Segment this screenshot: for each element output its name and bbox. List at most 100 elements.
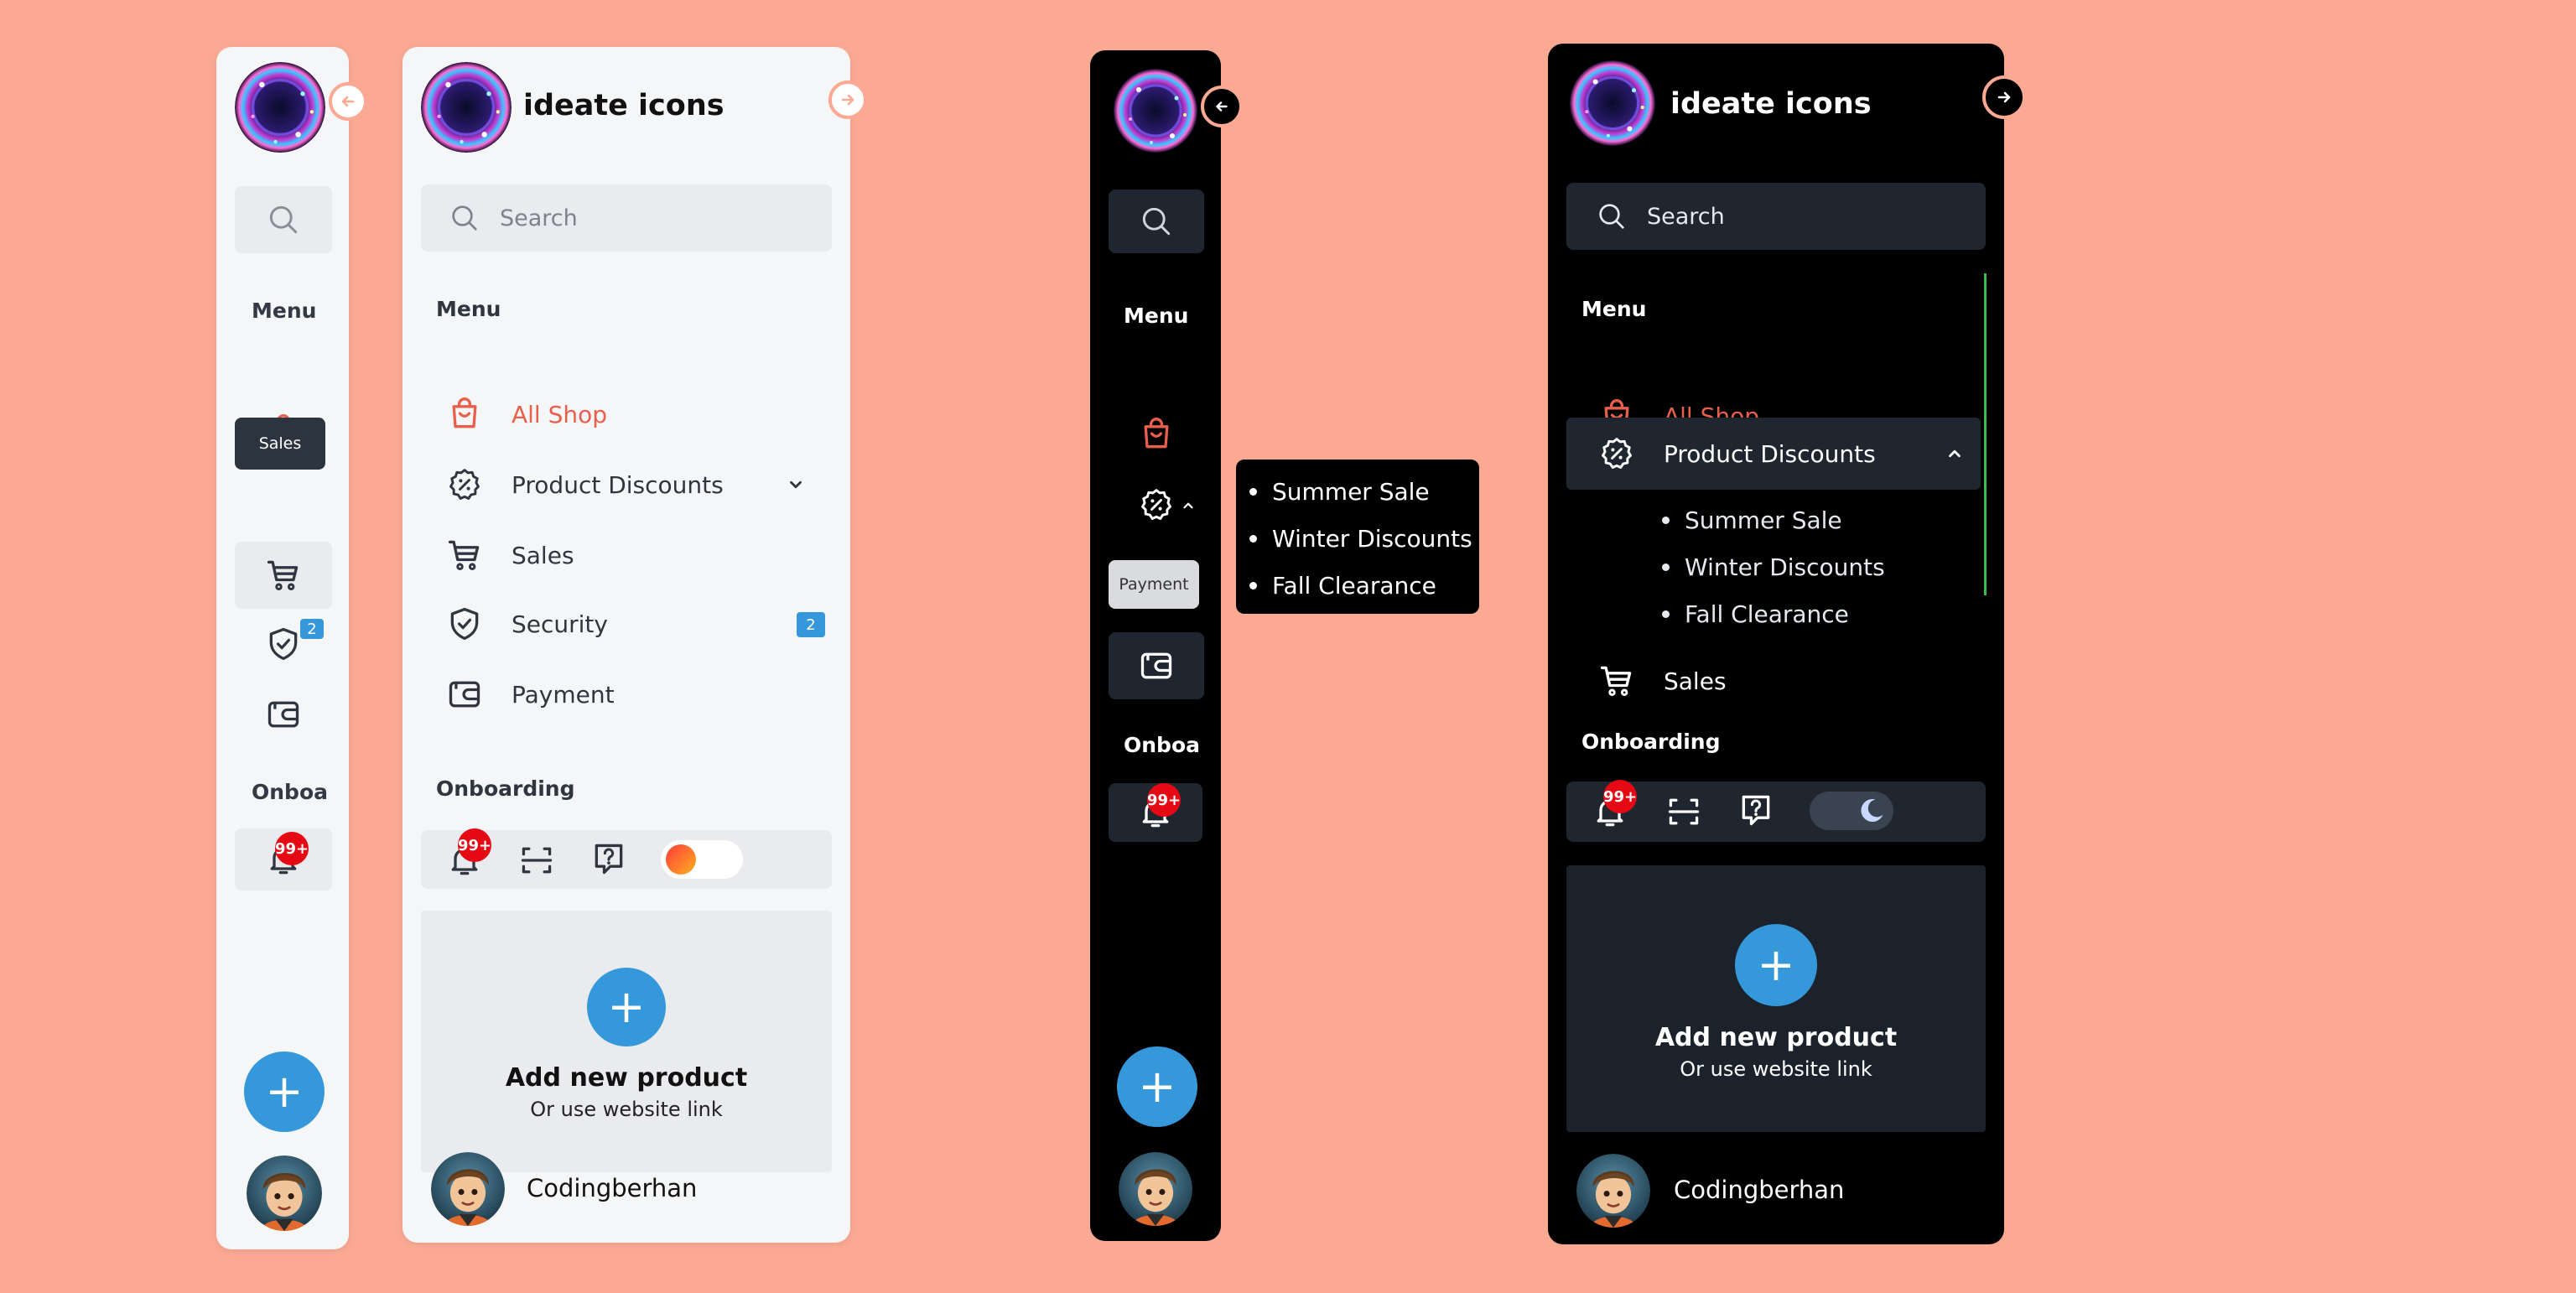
onboarding-section-label: Onboa <box>1124 733 1200 757</box>
shopping-bag-icon <box>446 396 483 433</box>
user-avatar[interactable] <box>1576 1154 1650 1228</box>
shopping-bag-icon <box>1138 416 1175 453</box>
nav-security[interactable]: Security 2 <box>446 594 832 654</box>
nav-sales[interactable]: Sales <box>446 525 832 585</box>
add-product-title: Add new product <box>1654 1023 1898 1052</box>
scan-icon[interactable] <box>1665 793 1702 830</box>
submenu-item-fall-clearance[interactable]: Fall Clearance <box>1662 590 1885 637</box>
nav-payment[interactable]: Payment <box>446 664 832 724</box>
theme-toggle[interactable] <box>661 840 743 879</box>
nav-product-discounts[interactable] <box>1109 473 1204 537</box>
search-placeholder: Search <box>500 205 578 231</box>
submenu-item-summer-sale[interactable]: Summer Sale <box>1662 496 1885 543</box>
submenu-item-winter-discounts[interactable]: Winter Discounts <box>1662 543 1885 590</box>
nav-all-shop[interactable]: All Shop <box>446 384 832 444</box>
nav-payment[interactable] <box>235 681 332 748</box>
cart-icon <box>265 557 302 594</box>
nav-label: Sales <box>512 541 574 569</box>
menu-section-label: Menu <box>1581 297 1647 321</box>
chevron-up-icon <box>1945 444 1964 463</box>
arrow-right-icon <box>838 90 858 110</box>
notification-badge: 99+ <box>275 832 309 865</box>
notifications-button[interactable]: 99+ <box>235 828 332 891</box>
arrow-left-icon <box>338 91 358 112</box>
add-product-subtitle: Or use website link <box>530 1098 723 1121</box>
user-avatar[interactable] <box>247 1155 322 1231</box>
menu-section-label: Menu <box>1124 304 1189 328</box>
notifications-button[interactable]: 99+ <box>1109 783 1202 842</box>
add-product-fab[interactable]: + <box>244 1052 325 1132</box>
search-input[interactable]: Search <box>421 184 832 252</box>
brand-logo[interactable] <box>1570 60 1655 146</box>
wallet-icon <box>1138 647 1175 684</box>
onboarding-toolbar: 99+ <box>1566 780 1986 842</box>
security-badge: 2 <box>300 619 324 639</box>
help-icon[interactable] <box>590 840 627 877</box>
nav-product-discounts[interactable]: Product Discounts <box>1566 418 1981 490</box>
onboarding-section-label: Onboarding <box>1581 730 1721 754</box>
flyout-item-fall-clearance[interactable]: Fall Clearance <box>1249 562 1472 609</box>
wallet-icon <box>265 696 302 733</box>
onboarding-toolbar: 99+ <box>421 828 832 889</box>
search-button[interactable] <box>235 186 332 253</box>
search-placeholder: Search <box>1647 203 1725 230</box>
nav-label: Sales <box>1664 667 1727 695</box>
search-icon <box>1138 203 1175 240</box>
notification-badge: 99+ <box>458 828 491 862</box>
add-product-fab[interactable]: + <box>1117 1046 1197 1127</box>
shield-check-icon <box>265 626 302 662</box>
nav-label: Payment <box>512 680 615 709</box>
discounts-flyout-menu: Summer Sale Winter Discounts Fall Cleara… <box>1236 460 1479 614</box>
moon-icon <box>1857 796 1887 826</box>
brand-name: ideate icons <box>1670 87 1872 121</box>
shield-check-icon <box>446 605 483 642</box>
nav-payment[interactable] <box>1109 632 1204 699</box>
nav-sales[interactable] <box>235 542 332 609</box>
add-product-button[interactable]: + <box>1735 924 1817 1006</box>
discount-badge-icon <box>1598 435 1635 472</box>
search-icon <box>265 201 302 238</box>
sales-tooltip: Sales <box>235 418 325 470</box>
light-expanded-sidebar: ideate icons Search Menu All Shop Produc… <box>402 47 867 1243</box>
nav-product-discounts[interactable]: Product Discounts <box>446 454 832 515</box>
flyout-list: Summer Sale Winter Discounts Fall Cleara… <box>1249 468 1472 609</box>
help-icon[interactable] <box>1737 792 1774 828</box>
dark-collapsed-sidebar: Menu Payment Onboa 99+ + <box>1090 50 1243 1241</box>
brand-logo[interactable] <box>421 62 512 153</box>
search-input[interactable]: Search <box>1566 183 1986 250</box>
search-icon <box>1595 200 1628 233</box>
menu-section-label: Menu <box>436 297 501 321</box>
nav-all-shop[interactable] <box>1109 402 1204 466</box>
payment-tooltip: Payment <box>1109 560 1199 609</box>
user-avatar[interactable] <box>431 1152 505 1226</box>
nav-security[interactable]: 2 <box>235 610 332 678</box>
light-collapsed-sidebar: Menu Sales 2 Onboa 99+ + <box>216 47 367 1249</box>
notification-badge: 99+ <box>1147 783 1181 817</box>
add-product-button[interactable]: + <box>587 968 666 1046</box>
chevron-up-icon <box>1181 498 1196 513</box>
collapse-toggle-button[interactable] <box>828 80 867 119</box>
expand-toggle-button[interactable] <box>1982 75 2026 119</box>
nav-sales[interactable]: Sales <box>1566 647 1981 714</box>
flyout-item-winter-discounts[interactable]: Winter Discounts <box>1249 515 1472 562</box>
scrollbar[interactable] <box>1984 273 1987 595</box>
menu-section-label: Menu <box>252 299 317 323</box>
brand-logo[interactable] <box>1114 69 1197 153</box>
arrow-left-icon <box>1213 97 1231 116</box>
flyout-item-summer-sale[interactable]: Summer Sale <box>1249 468 1472 515</box>
add-product-card: + Add new product Or use website link <box>421 911 832 1172</box>
collapse-toggle-button[interactable] <box>1201 86 1243 127</box>
user-name: Codingberhan <box>1674 1176 1845 1204</box>
scan-icon[interactable] <box>518 842 555 879</box>
sun-knob <box>666 844 696 875</box>
expand-toggle-button[interactable] <box>329 82 367 121</box>
onboarding-section-label: Onboa <box>252 780 328 804</box>
chevron-down-icon <box>787 475 805 494</box>
brand-logo[interactable] <box>235 62 325 153</box>
discount-badge-icon <box>1138 486 1175 523</box>
discount-badge-icon <box>446 466 483 503</box>
add-product-subtitle: Or use website link <box>1680 1057 1872 1081</box>
search-button[interactable] <box>1109 190 1204 253</box>
theme-toggle[interactable] <box>1810 792 1893 830</box>
user-avatar[interactable] <box>1119 1152 1192 1226</box>
